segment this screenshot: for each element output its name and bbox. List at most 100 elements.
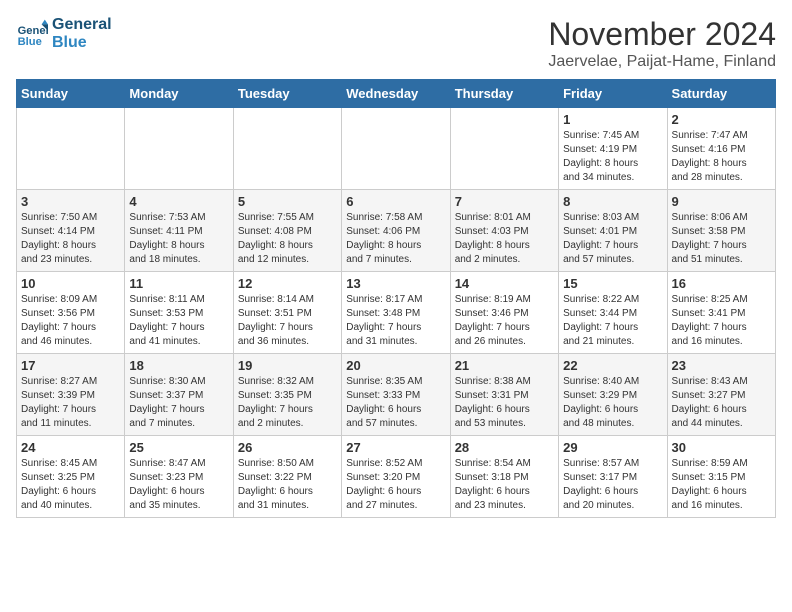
calendar-cell: 9 Sunrise: 8:06 AM Sunset: 3:58 PM Daylig… (667, 190, 775, 272)
calendar-cell: 23 Sunrise: 8:43 AM Sunset: 3:27 PM Dayli… (667, 354, 775, 436)
day-info: Sunrise: 8:14 AM Sunset: 3:51 PM Dayligh… (238, 293, 337, 349)
day-info: Sunrise: 8:22 AM Sunset: 3:44 PM Dayligh… (563, 293, 662, 349)
day-info: Sunrise: 8:57 AM Sunset: 3:17 PM Dayligh… (563, 457, 662, 513)
day-number: 5 (238, 194, 337, 209)
day-number: 21 (455, 358, 554, 373)
day-info: Sunrise: 8:52 AM Sunset: 3:20 PM Dayligh… (346, 457, 445, 513)
day-info: Sunrise: 8:43 AM Sunset: 3:27 PM Dayligh… (672, 375, 771, 431)
col-header-wednesday: Wednesday (342, 80, 450, 108)
calendar-cell: 10Sunrise: 8:09 AM Sunset: 3:56 PM Dayli… (17, 272, 125, 354)
calendar-cell: 17 Sunrise: 8:27 AM Sunset: 3:39 PM Dayli… (17, 354, 125, 436)
day-number: 8 (563, 194, 662, 209)
day-info: Sunrise: 8:40 AM Sunset: 3:29 PM Dayligh… (563, 375, 662, 431)
calendar-cell: 22Sunrise: 8:40 AM Sunset: 3:29 PM Dayli… (559, 354, 667, 436)
calendar-cell (450, 108, 558, 190)
day-number: 13 (346, 276, 445, 291)
logo-icon: General Blue (16, 18, 48, 50)
day-number: 11 (129, 276, 228, 291)
calendar-cell: 2 Sunrise: 7:47 AM Sunset: 4:16 PM Daylig… (667, 108, 775, 190)
day-number: 16 (672, 276, 771, 291)
calendar-cell (17, 108, 125, 190)
day-info: Sunrise: 8:54 AM Sunset: 3:18 PM Dayligh… (455, 457, 554, 513)
calendar-cell: 8 Sunrise: 8:03 AM Sunset: 4:01 PM Daylig… (559, 190, 667, 272)
day-info: Sunrise: 8:27 AM Sunset: 3:39 PM Dayligh… (21, 375, 120, 431)
day-number: 26 (238, 440, 337, 455)
col-header-sunday: Sunday (17, 80, 125, 108)
calendar-cell: 29 Sunrise: 8:57 AM Sunset: 3:17 PM Dayli… (559, 436, 667, 518)
logo-general: General (52, 16, 112, 34)
day-number: 24 (21, 440, 120, 455)
day-info: Sunrise: 7:58 AM Sunset: 4:06 PM Dayligh… (346, 211, 445, 267)
day-number: 29 (563, 440, 662, 455)
col-header-thursday: Thursday (450, 80, 558, 108)
calendar-cell: 20Sunrise: 8:35 AM Sunset: 3:33 PM Dayli… (342, 354, 450, 436)
title-area: November 2024 Jaervelae, Paijat-Hame, Fi… (548, 16, 776, 71)
subtitle: Jaervelae, Paijat-Hame, Finland (548, 53, 776, 71)
day-info: Sunrise: 8:47 AM Sunset: 3:23 PM Dayligh… (129, 457, 228, 513)
day-number: 28 (455, 440, 554, 455)
day-info: Sunrise: 7:55 AM Sunset: 4:08 PM Dayligh… (238, 211, 337, 267)
calendar-cell: 5 Sunrise: 7:55 AM Sunset: 4:08 PM Daylig… (233, 190, 341, 272)
calendar-cell: 18 Sunrise: 8:30 AM Sunset: 3:37 PM Dayli… (125, 354, 233, 436)
day-number: 10 (21, 276, 120, 291)
day-info: Sunrise: 8:19 AM Sunset: 3:46 PM Dayligh… (455, 293, 554, 349)
calendar-cell: 13Sunrise: 8:17 AM Sunset: 3:48 PM Dayli… (342, 272, 450, 354)
calendar-table: SundayMondayTuesdayWednesdayThursdayFrid… (16, 79, 776, 518)
day-info: Sunrise: 7:45 AM Sunset: 4:19 PM Dayligh… (563, 129, 662, 185)
day-info: Sunrise: 8:25 AM Sunset: 3:41 PM Dayligh… (672, 293, 771, 349)
week-row-3: 17 Sunrise: 8:27 AM Sunset: 3:39 PM Dayli… (17, 354, 776, 436)
day-info: Sunrise: 8:06 AM Sunset: 3:58 PM Dayligh… (672, 211, 771, 267)
calendar-cell: 25Sunrise: 8:47 AM Sunset: 3:23 PM Dayli… (125, 436, 233, 518)
calendar-cell: 24 Sunrise: 8:45 AM Sunset: 3:25 PM Dayli… (17, 436, 125, 518)
day-number: 23 (672, 358, 771, 373)
calendar-cell: 30 Sunrise: 8:59 AM Sunset: 3:15 PM Dayli… (667, 436, 775, 518)
calendar-header: SundayMondayTuesdayWednesdayThursdayFrid… (17, 80, 776, 108)
header-row: SundayMondayTuesdayWednesdayThursdayFrid… (17, 80, 776, 108)
day-number: 30 (672, 440, 771, 455)
calendar-cell (342, 108, 450, 190)
day-number: 15 (563, 276, 662, 291)
calendar-cell: 11Sunrise: 8:11 AM Sunset: 3:53 PM Dayli… (125, 272, 233, 354)
day-info: Sunrise: 8:03 AM Sunset: 4:01 PM Dayligh… (563, 211, 662, 267)
day-number: 17 (21, 358, 120, 373)
day-info: Sunrise: 8:01 AM Sunset: 4:03 PM Dayligh… (455, 211, 554, 267)
calendar-cell: 19Sunrise: 8:32 AM Sunset: 3:35 PM Dayli… (233, 354, 341, 436)
calendar-cell: 28 Sunrise: 8:54 AM Sunset: 3:18 PM Dayli… (450, 436, 558, 518)
col-header-friday: Friday (559, 80, 667, 108)
calendar-cell: 7 Sunrise: 8:01 AM Sunset: 4:03 PM Daylig… (450, 190, 558, 272)
day-info: Sunrise: 8:45 AM Sunset: 3:25 PM Dayligh… (21, 457, 120, 513)
day-number: 9 (672, 194, 771, 209)
day-number: 27 (346, 440, 445, 455)
day-info: Sunrise: 7:53 AM Sunset: 4:11 PM Dayligh… (129, 211, 228, 267)
calendar-cell: 4Sunrise: 7:53 AM Sunset: 4:11 PM Daylig… (125, 190, 233, 272)
calendar-cell: 3Sunrise: 7:50 AM Sunset: 4:14 PM Daylig… (17, 190, 125, 272)
day-number: 7 (455, 194, 554, 209)
week-row-1: 3Sunrise: 7:50 AM Sunset: 4:14 PM Daylig… (17, 190, 776, 272)
calendar-cell: 12 Sunrise: 8:14 AM Sunset: 3:51 PM Dayli… (233, 272, 341, 354)
logo: General Blue General Blue (16, 16, 112, 51)
calendar-cell (125, 108, 233, 190)
calendar-cell: 27 Sunrise: 8:52 AM Sunset: 3:20 PM Dayli… (342, 436, 450, 518)
col-header-monday: Monday (125, 80, 233, 108)
week-row-0: 1 Sunrise: 7:45 AM Sunset: 4:19 PM Daylig… (17, 108, 776, 190)
week-row-2: 10Sunrise: 8:09 AM Sunset: 3:56 PM Dayli… (17, 272, 776, 354)
day-number: 12 (238, 276, 337, 291)
day-number: 1 (563, 112, 662, 127)
calendar-cell: 15 Sunrise: 8:22 AM Sunset: 3:44 PM Dayli… (559, 272, 667, 354)
col-header-saturday: Saturday (667, 80, 775, 108)
day-number: 2 (672, 112, 771, 127)
col-header-tuesday: Tuesday (233, 80, 341, 108)
day-number: 18 (129, 358, 228, 373)
header: General Blue General Blue November 2024 … (16, 16, 776, 71)
main-title: November 2024 (548, 16, 776, 53)
day-info: Sunrise: 8:30 AM Sunset: 3:37 PM Dayligh… (129, 375, 228, 431)
week-row-4: 24 Sunrise: 8:45 AM Sunset: 3:25 PM Dayli… (17, 436, 776, 518)
day-info: Sunrise: 8:59 AM Sunset: 3:15 PM Dayligh… (672, 457, 771, 513)
calendar-cell: 14 Sunrise: 8:19 AM Sunset: 3:46 PM Dayli… (450, 272, 558, 354)
svg-text:Blue: Blue (18, 36, 42, 48)
day-number: 6 (346, 194, 445, 209)
day-info: Sunrise: 8:35 AM Sunset: 3:33 PM Dayligh… (346, 375, 445, 431)
day-info: Sunrise: 7:47 AM Sunset: 4:16 PM Dayligh… (672, 129, 771, 185)
day-number: 3 (21, 194, 120, 209)
day-number: 14 (455, 276, 554, 291)
